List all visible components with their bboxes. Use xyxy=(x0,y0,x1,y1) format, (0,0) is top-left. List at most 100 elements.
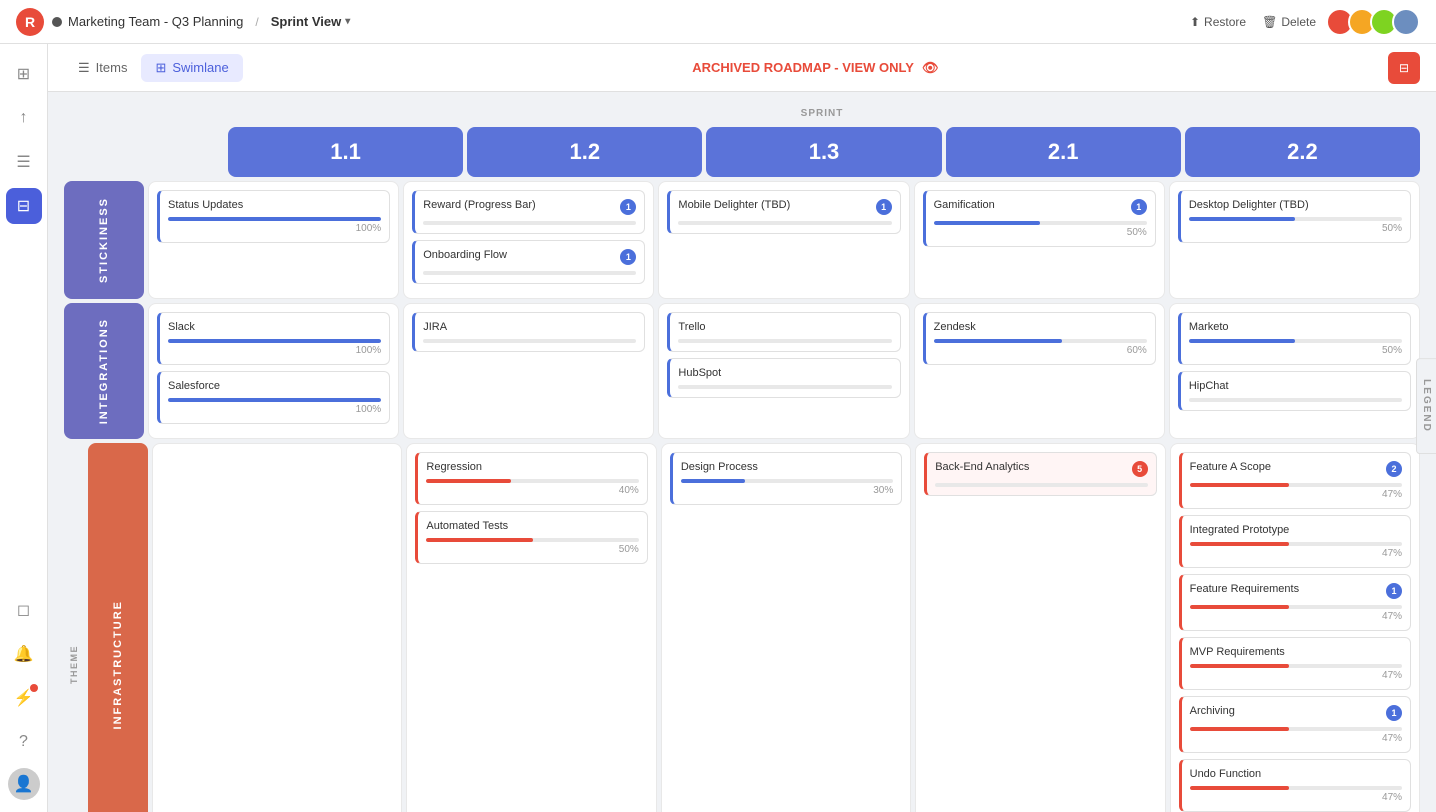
card-badge: 5 xyxy=(1132,461,1148,477)
card-backend-analytics[interactable]: Back-End Analytics 5 xyxy=(924,452,1156,496)
card-title: Feature A Scope xyxy=(1190,461,1382,473)
card-zendesk[interactable]: Zendesk 60% xyxy=(923,312,1156,365)
sprint-header-3[interactable]: 1.3 xyxy=(706,127,941,177)
card-gamification[interactable]: Gamification 1 50% xyxy=(923,190,1156,247)
card-status-updates[interactable]: Status Updates 100% xyxy=(157,190,390,243)
card-trello[interactable]: Trello xyxy=(667,312,900,352)
avatar-group xyxy=(1332,8,1420,36)
infrastructure-cell-1-1 xyxy=(152,443,402,812)
sidebar-icon-grid[interactable]: ⊞ xyxy=(6,56,42,92)
card-marketo[interactable]: Marketo 50% xyxy=(1178,312,1411,365)
card-feature-requirements[interactable]: Feature Requirements 1 47% xyxy=(1179,574,1411,631)
filter-button[interactable]: ⊟ xyxy=(1388,52,1420,84)
sidebar-icon-list[interactable]: ☰ xyxy=(6,144,42,180)
sprint-header-4[interactable]: 2.1 xyxy=(946,127,1181,177)
swimlane-stickiness-text: STICKINESS xyxy=(98,197,110,283)
integrations-cell-1-2: JIRA xyxy=(403,303,654,439)
sidebar-icon-lightning[interactable]: ⚡ xyxy=(6,680,42,716)
sprint-label-row: SPRINT xyxy=(64,108,1420,119)
legend-tab[interactable]: LEGEND xyxy=(1416,358,1436,454)
chevron-down-icon: ▾ xyxy=(345,16,350,27)
card-pct: 47% xyxy=(1190,670,1402,681)
card-title: Regression xyxy=(426,461,638,473)
card-badge: 2 xyxy=(1386,461,1402,477)
restore-icon: ⬆ xyxy=(1190,15,1200,29)
top-nav: R Marketing Team - Q3 Planning / Sprint … xyxy=(0,0,1436,44)
card-hubspot[interactable]: HubSpot xyxy=(667,358,900,398)
card-title: Integrated Prototype xyxy=(1190,524,1402,536)
sidebar-icon-card[interactable]: ◻ xyxy=(6,592,42,628)
card-regression[interactable]: Regression 40% xyxy=(415,452,647,505)
card-pct: 100% xyxy=(168,223,381,234)
card-title: HipChat xyxy=(1189,380,1402,392)
left-sidebar: ⊞ ↑ ☰ ⊟ ◻ 🔔 ⚡ ? 👤 xyxy=(0,44,48,812)
card-title: Automated Tests xyxy=(426,520,638,532)
sprint-header-1[interactable]: 1.1 xyxy=(228,127,463,177)
card-badge: 1 xyxy=(1386,705,1402,721)
card-pct: 47% xyxy=(1190,792,1402,803)
sidebar-icon-bell[interactable]: 🔔 xyxy=(6,636,42,672)
card-automated-tests[interactable]: Automated Tests 50% xyxy=(415,511,647,564)
card-feature-a-scope[interactable]: Feature A Scope 2 47% xyxy=(1179,452,1411,509)
stickiness-cell-2-2: Desktop Delighter (TBD) 50% xyxy=(1169,181,1420,299)
items-label: Items xyxy=(96,60,128,75)
archived-text: ARCHIVED ROADMAP - VIEW ONLY xyxy=(692,60,914,75)
archived-banner: ARCHIVED ROADMAP - VIEW ONLY 👁 xyxy=(243,60,1388,76)
sidebar-icon-filter-active[interactable]: ⊟ xyxy=(6,188,42,224)
tab-items[interactable]: ☰ Items xyxy=(64,54,141,82)
sprint-header-2[interactable]: 1.2 xyxy=(467,127,702,177)
eye-icon: 👁 xyxy=(922,60,939,76)
card-title: Design Process xyxy=(681,461,893,473)
swimlane-infrastructure-wrapper: THEME INFRASTRUCTURE Regression 40% Auto… xyxy=(64,443,1420,812)
card-title: Status Updates xyxy=(168,199,381,211)
team-name: Marketing Team - Q3 Planning xyxy=(68,14,243,29)
card-onboarding-flow[interactable]: Onboarding Flow 1 xyxy=(412,240,645,284)
card-desktop-delighter[interactable]: Desktop Delighter (TBD) 50% xyxy=(1178,190,1411,243)
card-pct: 100% xyxy=(168,404,381,415)
swimlane-stickiness-label: STICKINESS xyxy=(64,181,144,299)
card-integrated-prototype[interactable]: Integrated Prototype 47% xyxy=(1179,515,1411,568)
card-badge: 1 xyxy=(1386,583,1402,599)
card-title: JIRA xyxy=(423,321,636,333)
card-title: Onboarding Flow xyxy=(423,249,616,261)
card-mvp-requirements[interactable]: MVP Requirements 47% xyxy=(1179,637,1411,690)
card-archiving[interactable]: Archiving 1 47% xyxy=(1179,696,1411,753)
card-pct: 50% xyxy=(1189,223,1402,234)
swimlane-integrations-label: INTEGRATIONS xyxy=(64,303,144,439)
nav-right: ⬆ Restore 🗑 Delete xyxy=(1190,8,1420,36)
card-hipchat[interactable]: HipChat xyxy=(1178,371,1411,411)
card-reward-progress-bar[interactable]: Reward (Progress Bar) 1 xyxy=(412,190,645,234)
toolbar: ☰ Items ⊞ Swimlane ARCHIVED ROADMAP - VI… xyxy=(48,44,1436,92)
swimlane-infrastructure-label: INFRASTRUCTURE xyxy=(88,443,148,812)
nav-left: R Marketing Team - Q3 Planning / Sprint … xyxy=(16,8,350,36)
sprint-spacer xyxy=(144,127,224,177)
integrations-cell-1-1: Slack 100% Salesforce 100% xyxy=(148,303,399,439)
card-title: HubSpot xyxy=(678,367,891,379)
card-jira[interactable]: JIRA xyxy=(412,312,645,352)
restore-button[interactable]: ⬆ Restore xyxy=(1190,15,1246,29)
swimlane-infrastructure-text: INFRASTRUCTURE xyxy=(112,600,124,729)
tab-swimlane[interactable]: ⊞ Swimlane xyxy=(141,54,242,82)
card-title: Reward (Progress Bar) xyxy=(423,199,616,211)
delete-label: Delete xyxy=(1281,15,1316,29)
sidebar-icon-upload[interactable]: ↑ xyxy=(6,100,42,136)
sidebar-icon-help[interactable]: ? xyxy=(6,724,42,760)
swimlane-integrations-text: INTEGRATIONS xyxy=(98,318,110,424)
card-mobile-delighter[interactable]: Mobile Delighter (TBD) 1 xyxy=(667,190,900,234)
nav-view[interactable]: Sprint View ▾ xyxy=(271,14,351,29)
card-salesforce[interactable]: Salesforce 100% xyxy=(157,371,390,424)
restore-label: Restore xyxy=(1204,15,1246,29)
stickiness-cell-1-3: Mobile Delighter (TBD) 1 xyxy=(658,181,909,299)
sidebar-icon-user[interactable]: 👤 xyxy=(8,768,40,800)
card-design-process[interactable]: Design Process 30% xyxy=(670,452,902,505)
avatar-overflow xyxy=(1392,8,1420,36)
nav-separator: / xyxy=(255,15,258,29)
card-title: Back-End Analytics xyxy=(935,461,1127,473)
card-undo-function[interactable]: Undo Function 47% xyxy=(1179,759,1411,812)
delete-button[interactable]: 🗑 Delete xyxy=(1262,15,1316,29)
app-logo: R xyxy=(16,8,44,36)
main-content: SPRINT 1.1 1.2 1.3 2.1 2.2 STICKINESS St… xyxy=(48,92,1436,812)
sprint-header-5[interactable]: 2.2 xyxy=(1185,127,1420,177)
card-slack[interactable]: Slack 100% xyxy=(157,312,390,365)
integrations-cell-2-2: Marketo 50% HipChat xyxy=(1169,303,1420,439)
